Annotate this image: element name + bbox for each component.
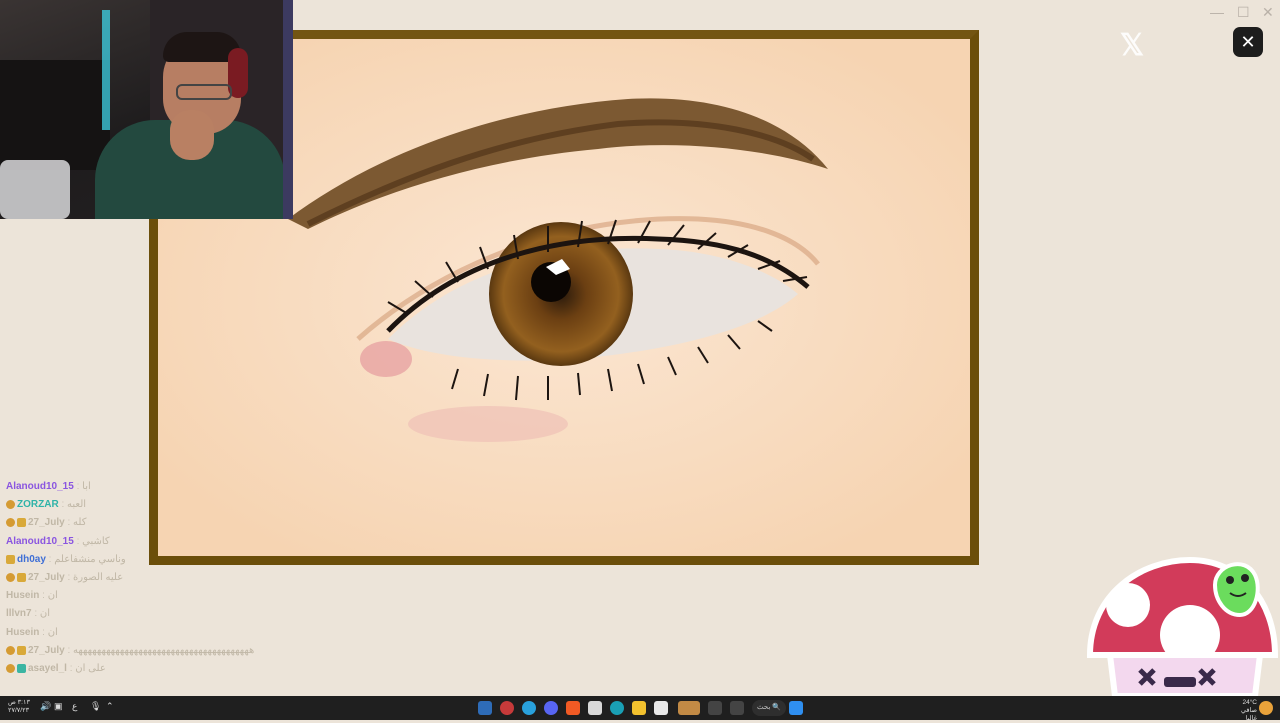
chat-text: ان bbox=[47, 626, 58, 638]
chat-username[interactable]: Husein bbox=[6, 590, 39, 601]
microphone-icon[interactable]: 🎙 bbox=[90, 701, 101, 712]
badge-icon bbox=[6, 663, 15, 673]
chat-username[interactable]: 27_July bbox=[28, 572, 65, 583]
chat-message: Alanoud10_15 : ابا bbox=[6, 478, 306, 496]
taskbar-search[interactable]: بحث 🔍 bbox=[752, 700, 786, 716]
webcam-shelf bbox=[0, 60, 110, 170]
chat-separator: : bbox=[39, 590, 48, 602]
chat-separator: : bbox=[64, 517, 74, 529]
chat-text: كله bbox=[73, 517, 87, 529]
badge-icon bbox=[6, 572, 15, 582]
search-label: بحث bbox=[756, 704, 771, 711]
dismiss-button[interactable]: ✕ bbox=[1233, 27, 1263, 57]
telegram-icon[interactable] bbox=[522, 701, 536, 715]
webcam-led-strip bbox=[102, 10, 110, 130]
brave-icon[interactable] bbox=[566, 701, 580, 715]
badge-icon bbox=[6, 518, 15, 528]
mushroom-mascot bbox=[1086, 556, 1279, 696]
sub-badge-icon bbox=[17, 645, 26, 655]
clock-date: ٢٧/٧/٢٣ bbox=[8, 707, 30, 714]
chat-separator: : bbox=[73, 481, 83, 492]
chat-text: كاشبي bbox=[82, 535, 110, 547]
chat-separator: : bbox=[45, 553, 55, 565]
chat-text: ههههههههههههههههههههههههههههههههههههههه bbox=[73, 644, 255, 656]
chat-text: على ان bbox=[75, 662, 106, 674]
chat-text: ابا bbox=[82, 481, 91, 492]
chat-username[interactable]: Alanoud10_15 bbox=[6, 536, 74, 547]
weather-widget[interactable]: 24°C صافي غالبا bbox=[1229, 699, 1257, 723]
chat-overlay: Alanoud10_15 : ابا ZORZAR : العبه 27_July … bbox=[6, 478, 306, 678]
chat-message: 27_July : كله bbox=[6, 514, 306, 532]
chat-text: عليه الصورة bbox=[73, 571, 124, 583]
chat-username[interactable]: ZORZAR bbox=[17, 499, 59, 510]
chat-username[interactable]: Husein bbox=[6, 627, 39, 638]
webcam-edge bbox=[283, 0, 293, 219]
sub-badge-icon bbox=[17, 663, 26, 673]
chat-text: العبه bbox=[67, 499, 87, 511]
chat-separator: : bbox=[64, 571, 74, 583]
window-close-button[interactable]: ✕ bbox=[1262, 4, 1274, 21]
chat-text: ان bbox=[47, 590, 58, 602]
chat-separator: : bbox=[58, 499, 68, 511]
webcam-desk-item bbox=[0, 160, 70, 219]
chat-message: dh0ay : وناسي منشفاعلم bbox=[6, 551, 306, 569]
weather-temp: 24°C bbox=[1242, 699, 1257, 706]
chat-username[interactable]: 27_July bbox=[28, 645, 65, 656]
taskbar: ٣:١٣ ص ٢٧/٧/٢٣ 🔊 ▣ ع 🎙 ⌃ بحث 🔍 24°C صافي… bbox=[0, 696, 1280, 723]
obs-icon[interactable] bbox=[500, 701, 514, 715]
badge-icon bbox=[6, 645, 15, 655]
chat-separator: : bbox=[31, 608, 40, 620]
chevron-up-icon[interactable]: ⌃ bbox=[106, 701, 114, 712]
edge-icon[interactable] bbox=[610, 701, 624, 715]
weather-icon bbox=[1259, 701, 1273, 715]
widgets-icon[interactable] bbox=[708, 701, 722, 715]
start-button[interactable] bbox=[789, 701, 803, 715]
task-view-icon[interactable] bbox=[654, 701, 668, 715]
chat-text: وناسي منشفاعلم bbox=[54, 553, 126, 565]
clock-time: ٣:١٣ ص bbox=[8, 699, 30, 706]
badge-icon bbox=[6, 500, 15, 510]
chat-message: Husein : ان bbox=[6, 624, 306, 642]
maximize-button[interactable]: ☐ bbox=[1237, 4, 1250, 21]
chat-separator: : bbox=[39, 626, 48, 638]
file-explorer-icon[interactable] bbox=[632, 701, 646, 715]
chat-message: Alanoud10_15 : كاشبي bbox=[6, 533, 306, 551]
app2-icon[interactable] bbox=[730, 701, 744, 715]
sub-badge-icon bbox=[6, 554, 15, 564]
sub-badge-icon bbox=[17, 518, 26, 528]
chat-username[interactable]: lllvn7 bbox=[6, 608, 32, 619]
glasses bbox=[176, 84, 232, 100]
chat-message: Husein : ان bbox=[6, 587, 306, 605]
chat-message: 27_July : هههههههههههههههههههههههههههههه… bbox=[6, 642, 306, 660]
webcam-overlay bbox=[0, 0, 293, 219]
language-indicator[interactable]: ع bbox=[72, 701, 77, 712]
speaker-icon[interactable]: 🔊 bbox=[40, 701, 51, 712]
steam-icon[interactable] bbox=[478, 701, 492, 715]
chat-username[interactable]: dh0ay bbox=[17, 554, 46, 565]
chat-username[interactable]: 27_July bbox=[28, 517, 65, 528]
minimize-button[interactable]: — bbox=[1210, 4, 1224, 20]
chat-message: lllvn7 : ان bbox=[6, 605, 306, 623]
taskbar-clock[interactable]: ٣:١٣ ص ٢٧/٧/٢٣ bbox=[8, 699, 30, 715]
chat-username[interactable]: asayel_l bbox=[28, 663, 67, 674]
chat-text: ان bbox=[39, 608, 51, 620]
chat-separator: : bbox=[64, 644, 74, 656]
app-icon[interactable] bbox=[588, 701, 602, 715]
paint-app-icon[interactable] bbox=[678, 701, 700, 715]
discord-icon[interactable] bbox=[544, 701, 558, 715]
chat-username[interactable]: Alanoud10_15 bbox=[6, 481, 74, 492]
x-logo-icon: 𝕏 bbox=[1119, 29, 1145, 62]
network-icon[interactable]: ▣ bbox=[54, 701, 63, 712]
weather-desc: صافي غالبا bbox=[1240, 707, 1257, 722]
chat-message: 27_July : عليه الصورة bbox=[6, 569, 306, 587]
chat-message: asayel_l : على ان bbox=[6, 660, 306, 678]
sub-badge-icon bbox=[17, 572, 26, 582]
streamer-hand bbox=[170, 110, 214, 160]
chat-message: ZORZAR : العبه bbox=[6, 496, 306, 514]
chat-separator: : bbox=[73, 535, 83, 547]
